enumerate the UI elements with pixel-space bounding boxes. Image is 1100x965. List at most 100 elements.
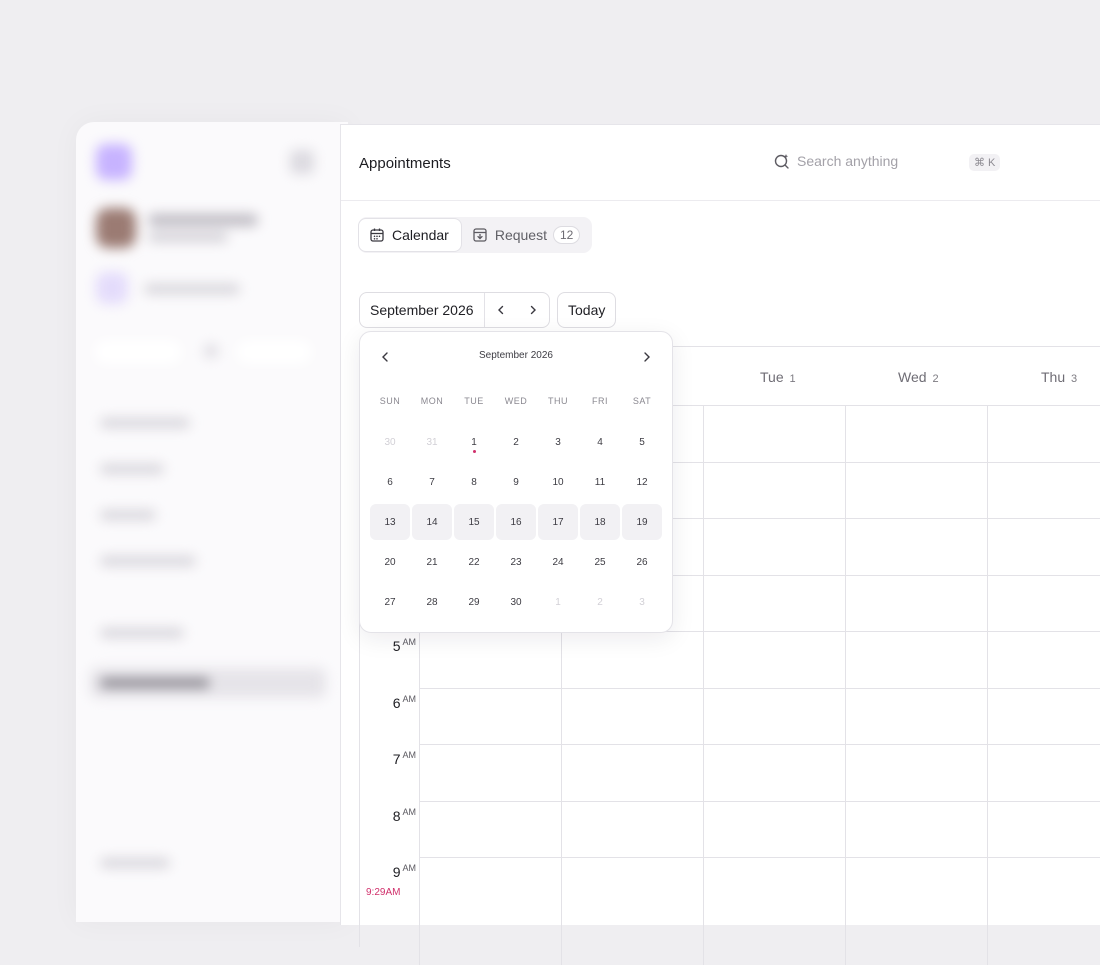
column-date: 2 xyxy=(932,373,939,385)
top-bar: Appointments Search anything ⌘ K xyxy=(341,125,1100,201)
next-period-button[interactable] xyxy=(517,293,549,327)
sidebar-blurred-content xyxy=(76,122,348,922)
month-navigator: September 2026 xyxy=(359,292,550,328)
time-label: 5 AM xyxy=(392,637,416,654)
column-day: Wed xyxy=(898,369,927,385)
search-placeholder: Search anything xyxy=(797,153,899,169)
date-cell[interactable]: 13 xyxy=(370,504,410,540)
date-cell[interactable]: 3 xyxy=(622,584,662,620)
date-cell[interactable]: 8 xyxy=(454,464,494,500)
grid-column-divider xyxy=(845,405,846,965)
grid-column-divider xyxy=(703,405,704,965)
app-logo xyxy=(96,144,132,180)
sidebar-pill[interactable] xyxy=(94,340,182,364)
grid-column-divider xyxy=(987,405,988,965)
date-cell[interactable]: 28 xyxy=(412,584,452,620)
grid-row-divider xyxy=(419,688,1100,689)
date-cell[interactable]: 19 xyxy=(622,504,662,540)
weekday-header: SUN xyxy=(379,396,401,406)
date-cell[interactable]: 22 xyxy=(454,544,494,580)
avatar[interactable] xyxy=(96,208,136,248)
workspace-icon xyxy=(96,272,128,304)
date-cell[interactable]: 7 xyxy=(412,464,452,500)
grid-row-divider xyxy=(419,744,1100,745)
date-cell[interactable]: 31 xyxy=(412,424,452,460)
date-cell[interactable]: 9 xyxy=(496,464,536,500)
time-label: 9 AM xyxy=(392,863,416,880)
date-cell[interactable]: 4 xyxy=(580,424,620,460)
date-cell[interactable]: 10 xyxy=(538,464,578,500)
date-cell[interactable]: 5 xyxy=(622,424,662,460)
tab-request[interactable]: Request 12 xyxy=(462,218,593,252)
date-cell[interactable]: 11 xyxy=(580,464,620,500)
request-count-badge: 12 xyxy=(552,226,581,244)
sidebar-item[interactable] xyxy=(100,628,184,638)
current-time-indicator: 9:29AM xyxy=(366,887,401,898)
weekday-header: MON xyxy=(420,396,444,406)
date-cell[interactable]: 17 xyxy=(538,504,578,540)
sidebar-item[interactable] xyxy=(100,510,156,520)
tab-calendar[interactable]: Calendar xyxy=(358,218,462,252)
date-cell[interactable]: 27 xyxy=(370,584,410,620)
time-label: 8 AM xyxy=(392,807,416,824)
today-dot-icon xyxy=(473,450,476,453)
date-cell[interactable]: 23 xyxy=(496,544,536,580)
date-cell[interactable]: 12 xyxy=(622,464,662,500)
view-tabs: Calendar Request 12 xyxy=(358,217,593,253)
tab-request-label: Request xyxy=(494,227,547,243)
date-cell[interactable]: 1 xyxy=(454,424,494,460)
date-cell[interactable]: 30 xyxy=(496,584,536,620)
date-cell[interactable]: 14 xyxy=(412,504,452,540)
date-cell[interactable]: 20 xyxy=(370,544,410,580)
weekday-header: TUE xyxy=(464,396,484,406)
date-cell[interactable]: 2 xyxy=(496,424,536,460)
weekday-header: WED xyxy=(504,396,528,406)
sidebar-toggle-icon[interactable] xyxy=(290,150,314,174)
sidebar-footer-item[interactable] xyxy=(100,858,170,868)
sidebar-item[interactable] xyxy=(100,464,164,474)
column-day: Thu xyxy=(1041,369,1066,385)
search-sparkle-icon xyxy=(774,154,789,169)
search-input[interactable]: Search anything xyxy=(773,152,898,170)
today-button[interactable]: Today xyxy=(557,292,617,328)
column-date: 1 xyxy=(789,373,796,385)
date-cell[interactable]: 1 xyxy=(538,584,578,620)
date-cell[interactable]: 6 xyxy=(370,464,410,500)
date-cell[interactable]: 3 xyxy=(538,424,578,460)
date-cell[interactable]: 30 xyxy=(370,424,410,460)
column-day: Tue xyxy=(760,369,784,385)
date-cell[interactable]: 25 xyxy=(580,544,620,580)
chevron-right-icon[interactable] xyxy=(638,348,656,366)
weekday-header: FRI xyxy=(592,396,608,406)
prev-period-button[interactable] xyxy=(485,293,517,327)
chevron-right-icon xyxy=(530,305,536,315)
weekday-header: THU xyxy=(548,396,568,406)
column-date: 3 xyxy=(1071,373,1078,385)
time-label: 7 AM xyxy=(392,750,416,767)
date-cell[interactable]: 24 xyxy=(538,544,578,580)
sidebar-item[interactable] xyxy=(100,418,190,428)
date-cell[interactable]: 29 xyxy=(454,584,494,620)
user-name-placeholder xyxy=(148,214,258,226)
workspace-name-placeholder xyxy=(144,284,240,294)
inbox-download-icon xyxy=(473,228,487,242)
date-cell[interactable]: 16 xyxy=(496,504,536,540)
sidebar-pill[interactable] xyxy=(236,340,312,364)
sidebar-dot-icon xyxy=(204,344,218,358)
date-cell[interactable]: 26 xyxy=(622,544,662,580)
tab-calendar-label: Calendar xyxy=(392,227,449,243)
datepicker-popover: September 2026 SUN MON TUE WED THU FRI SAT 30 31… xyxy=(359,331,673,633)
date-cell[interactable]: 18 xyxy=(580,504,620,540)
sidebar-item[interactable] xyxy=(100,556,196,566)
grid-row-divider xyxy=(419,801,1100,802)
time-label: 6 AM xyxy=(392,694,416,711)
sidebar-item-label xyxy=(100,678,210,688)
column-header-wed: Wed 2 xyxy=(846,347,987,406)
grid-row-divider xyxy=(419,857,1100,858)
month-picker-button[interactable]: September 2026 xyxy=(360,293,485,327)
chevron-left-icon xyxy=(497,305,503,315)
column-header-thu: Thu 3 xyxy=(988,347,1100,406)
date-cell[interactable]: 2 xyxy=(580,584,620,620)
date-cell[interactable]: 15 xyxy=(454,504,494,540)
date-cell[interactable]: 21 xyxy=(412,544,452,580)
